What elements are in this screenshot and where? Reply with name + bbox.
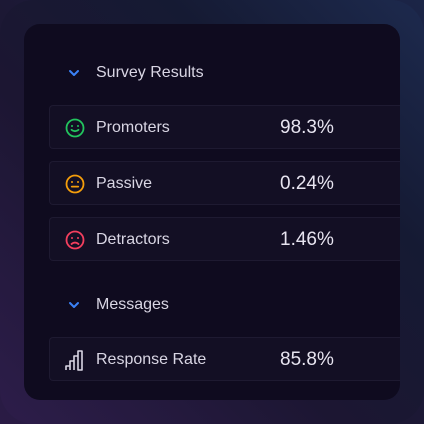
bar-chart-icon	[64, 349, 86, 371]
chevron-down-icon[interactable]	[67, 298, 81, 312]
item-label: Promoters	[96, 119, 170, 136]
list-item-response-rate[interactable]: Response Rate 85.8%	[49, 337, 400, 381]
widget-frame: Survey Results Promoters 98.3% Passive 0…	[0, 0, 424, 424]
section-title: Survey Results	[96, 64, 204, 81]
frown-icon	[64, 229, 86, 251]
list-item-passive[interactable]: Passive 0.24%	[49, 161, 400, 205]
chevron-down-icon[interactable]	[67, 66, 81, 80]
stats-panel: Survey Results Promoters 98.3% Passive 0…	[24, 24, 400, 400]
item-label: Response Rate	[96, 351, 207, 368]
section-header-messages[interactable]: Messages	[24, 290, 400, 320]
neutral-face-icon	[64, 173, 86, 195]
section-header-survey-results[interactable]: Survey Results	[24, 58, 400, 88]
item-value: 98.3%	[280, 117, 334, 138]
item-label: Detractors	[96, 231, 170, 248]
item-label: Passive	[96, 175, 153, 192]
list-item-detractors[interactable]: Detractors 1.46%	[49, 217, 400, 261]
item-value: 0.24%	[280, 173, 334, 194]
item-value: 85.8%	[280, 349, 334, 370]
section-title: Messages	[96, 296, 169, 313]
smile-icon	[64, 117, 86, 139]
list-item-promoters[interactable]: Promoters 98.3%	[49, 105, 400, 149]
item-value: 1.46%	[280, 229, 334, 250]
